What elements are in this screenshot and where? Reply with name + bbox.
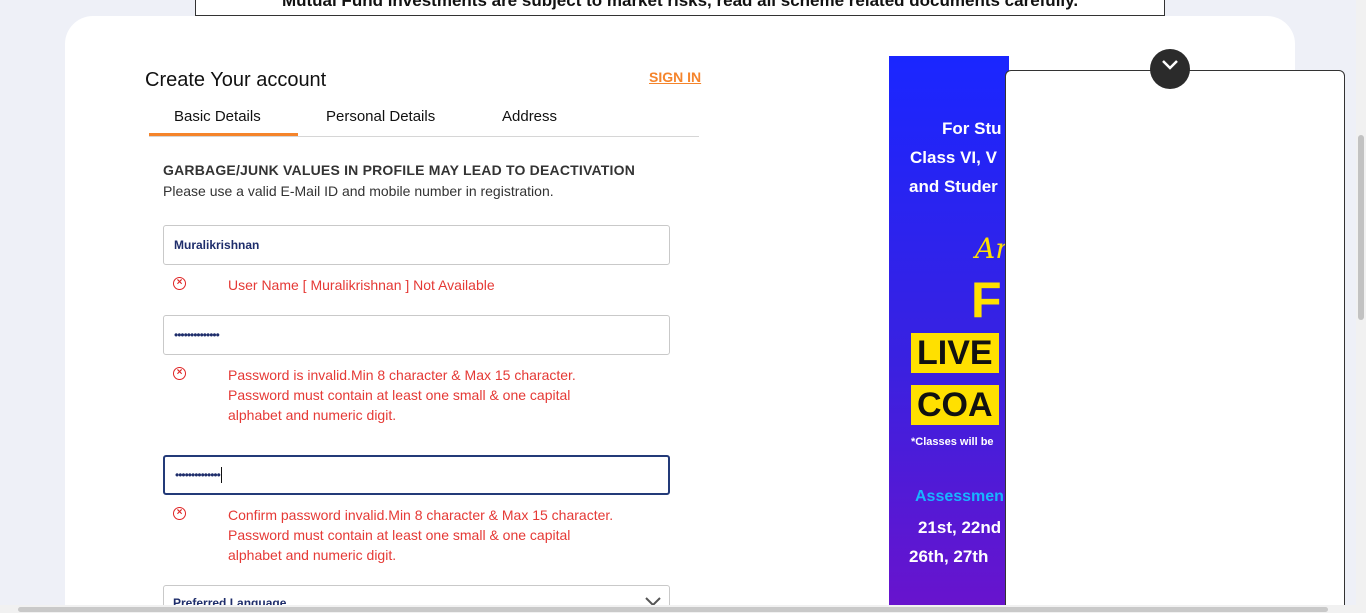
ad-text-line: Class VI, V [910, 148, 997, 167]
text-caret [220, 467, 222, 483]
error-icon: × [173, 277, 186, 290]
password-error: Password is invalid.Min 8 character & Ma… [228, 367, 576, 423]
ad-dates: 26th, 27th [909, 547, 989, 566]
ad-big-text: F [971, 272, 1002, 328]
vertical-scrollbar[interactable] [1356, 0, 1366, 613]
ad-highlight-box: COA [911, 385, 999, 425]
warning-subtitle: Please use a valid E-Mail ID and mobile … [163, 183, 554, 199]
error-icon: × [173, 507, 186, 520]
overlay-popup [1005, 70, 1345, 613]
ad-highlight-box: LIVE [911, 333, 999, 373]
tab-personal-details[interactable]: Personal Details [326, 108, 435, 125]
registration-tabs: Basic Details Personal Details Address [149, 100, 699, 137]
username-input[interactable]: Muralikrishnan [163, 225, 670, 265]
tab-basic-details[interactable]: Basic Details [174, 108, 261, 125]
ad-dates: 21st, 22nd [918, 518, 1002, 537]
ad-note: *Classes will be [911, 436, 994, 448]
ad-assessment: Assessmen [915, 488, 1004, 505]
confirm-password-error: Confirm password invalid.Min 8 character… [228, 507, 614, 563]
warning-title: GARBAGE/JUNK VALUES IN PROFILE MAY LEAD … [163, 162, 636, 178]
username-value: Muralikrishnan [174, 238, 260, 252]
horizontal-scrollbar[interactable] [0, 605, 1356, 613]
active-tab-indicator [149, 133, 298, 136]
ad-script-text: An [975, 232, 1009, 265]
password-input[interactable]: •••••••••••••• [163, 315, 670, 355]
username-error: User Name [ Muralikrishnan ] Not Availab… [228, 277, 495, 293]
advertisement-banner[interactable]: For Stu Class VI, V and Studer An F LIVE… [889, 56, 1009, 613]
page-title: Create Your account [145, 69, 327, 91]
password-value: •••••••••••••• [174, 328, 220, 342]
ad-text-line: For Stu [942, 119, 1002, 138]
confirm-password-input[interactable]: •••••••••••••• [163, 455, 670, 495]
scrollbar-thumb[interactable] [18, 607, 1328, 612]
disclaimer-banner: Mutual Fund investments are subject to m… [195, 0, 1165, 16]
ad-text-line: and Studer [909, 177, 998, 196]
sign-in-link[interactable]: SIGN IN [649, 69, 701, 85]
error-icon: × [173, 367, 186, 380]
close-popup-button[interactable] [1150, 49, 1190, 89]
scrollbar-thumb[interactable] [1358, 135, 1364, 320]
tab-address[interactable]: Address [502, 108, 557, 125]
confirm-password-value: •••••••••••••• [175, 468, 221, 482]
